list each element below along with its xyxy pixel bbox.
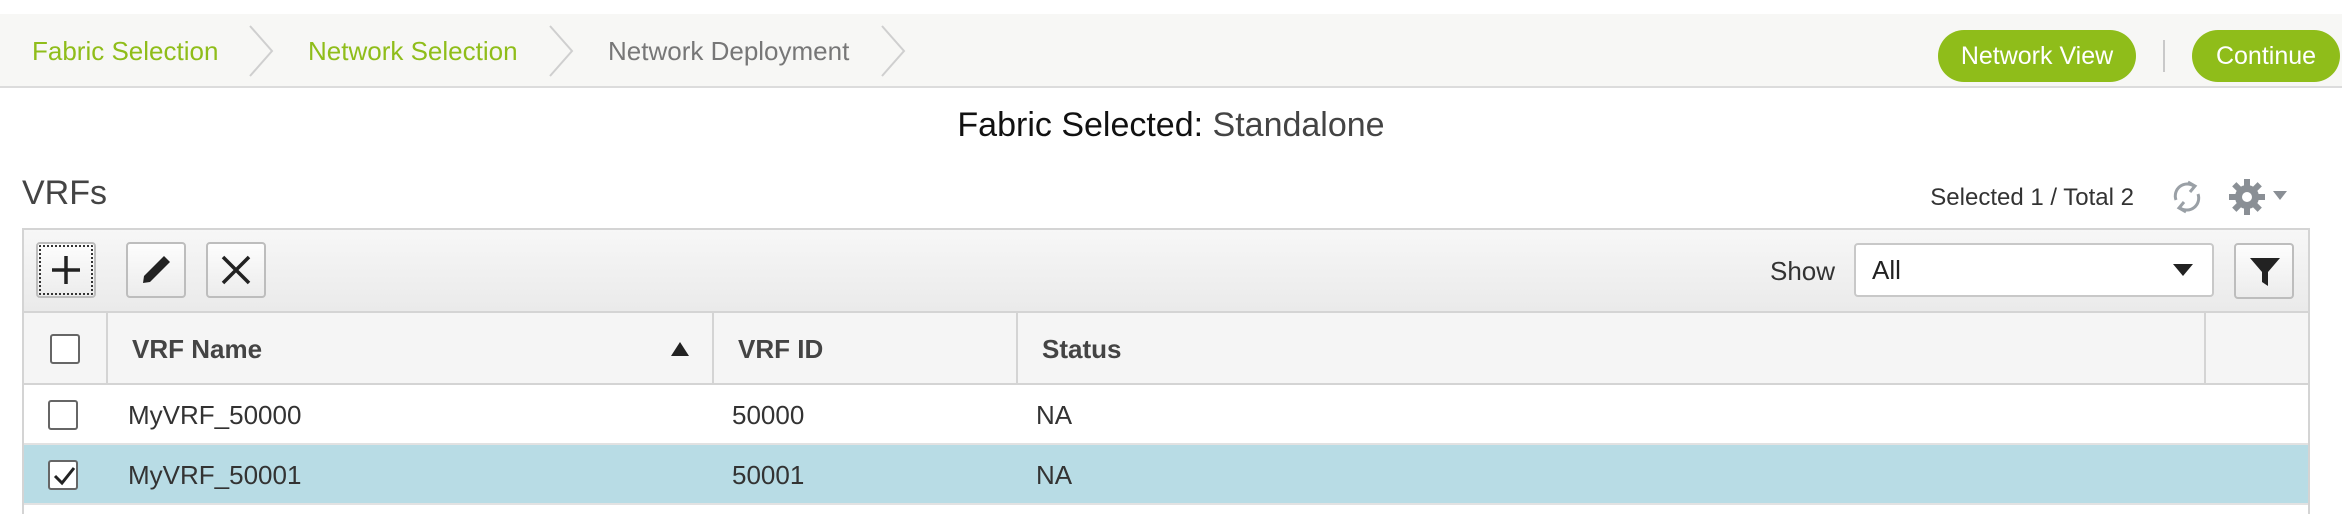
- x-icon: [221, 255, 251, 285]
- fabric-selected-value: Standalone: [1212, 106, 1385, 144]
- step-network-deployment: Network Deployment: [608, 36, 850, 66]
- network-view-button[interactable]: Network View: [1938, 30, 2136, 82]
- column-label: VRF Name: [132, 334, 263, 364]
- select-all-checkbox[interactable]: [50, 334, 80, 364]
- table-row[interactable]: MyVRF_50000 50000 NA: [24, 385, 2308, 445]
- show-select[interactable]: All: [1854, 243, 2214, 297]
- status-cell: NA: [1036, 400, 1073, 430]
- show-label: Show: [1770, 256, 1836, 286]
- show-select-value: All: [1872, 255, 1901, 285]
- pencil-icon: [143, 256, 170, 283]
- refresh-icon[interactable]: [2168, 178, 2206, 216]
- funnel-icon: [2250, 258, 2280, 286]
- sort-ascending-icon: [671, 342, 689, 356]
- step-network-selection[interactable]: Network Selection: [308, 14, 518, 88]
- divider: [2163, 40, 2165, 72]
- vrf-id-cell: 50000: [732, 400, 805, 430]
- fabric-selected-heading: Fabric Selected: Standalone: [0, 106, 2342, 145]
- plus-icon: [52, 256, 80, 284]
- row-checkbox[interactable]: [48, 400, 78, 430]
- table-header: VRF Name VRF ID Status: [24, 311, 2308, 385]
- vrf-table: VRF Name VRF ID Status MyVRF_50000 50000…: [22, 311, 2310, 514]
- column-header-vrf-id[interactable]: VRF ID: [714, 313, 1018, 385]
- vrf-id-cell: 50001: [732, 460, 805, 490]
- column-label: Status: [1042, 334, 1122, 364]
- filter-button[interactable]: [2234, 243, 2294, 299]
- selection-summary: Selected 1 / Total 2: [1930, 184, 2134, 211]
- gear-icon[interactable]: [2226, 176, 2268, 218]
- row-checkbox[interactable]: [48, 460, 78, 490]
- vrf-name-cell: MyVRF_50001: [128, 460, 302, 490]
- section-title: VRFs: [22, 174, 107, 212]
- wizard-bar: Fabric Selection Network Selection Netwo…: [0, 14, 2342, 88]
- status-cell: NA: [1036, 460, 1073, 490]
- add-button[interactable]: [36, 242, 96, 298]
- fabric-selected-label: Fabric Selected:: [957, 106, 1204, 144]
- table-row[interactable]: MyVRF_50001 50001 NA: [24, 445, 2308, 505]
- column-header-vrf-name[interactable]: VRF Name: [108, 313, 714, 385]
- chevron-right-icon: [881, 25, 906, 77]
- chevron-down-icon: [2173, 264, 2193, 276]
- edit-button[interactable]: [126, 242, 186, 298]
- vrf-toolbar: Show All: [22, 228, 2310, 311]
- caret-down-icon[interactable]: [2272, 190, 2288, 202]
- chevron-right-icon: [549, 25, 574, 77]
- column-header-extra: [2206, 313, 2308, 385]
- column-header-status[interactable]: Status: [1018, 313, 2206, 385]
- continue-button[interactable]: Continue: [2192, 30, 2340, 82]
- column-label: VRF ID: [738, 334, 824, 364]
- step-fabric-selection[interactable]: Fabric Selection: [32, 14, 218, 88]
- chevron-right-icon: [249, 25, 274, 77]
- delete-button[interactable]: [206, 242, 266, 298]
- vrf-name-cell: MyVRF_50000: [128, 400, 302, 430]
- select-all-cell: [24, 313, 108, 385]
- checkmark-icon: [53, 467, 76, 486]
